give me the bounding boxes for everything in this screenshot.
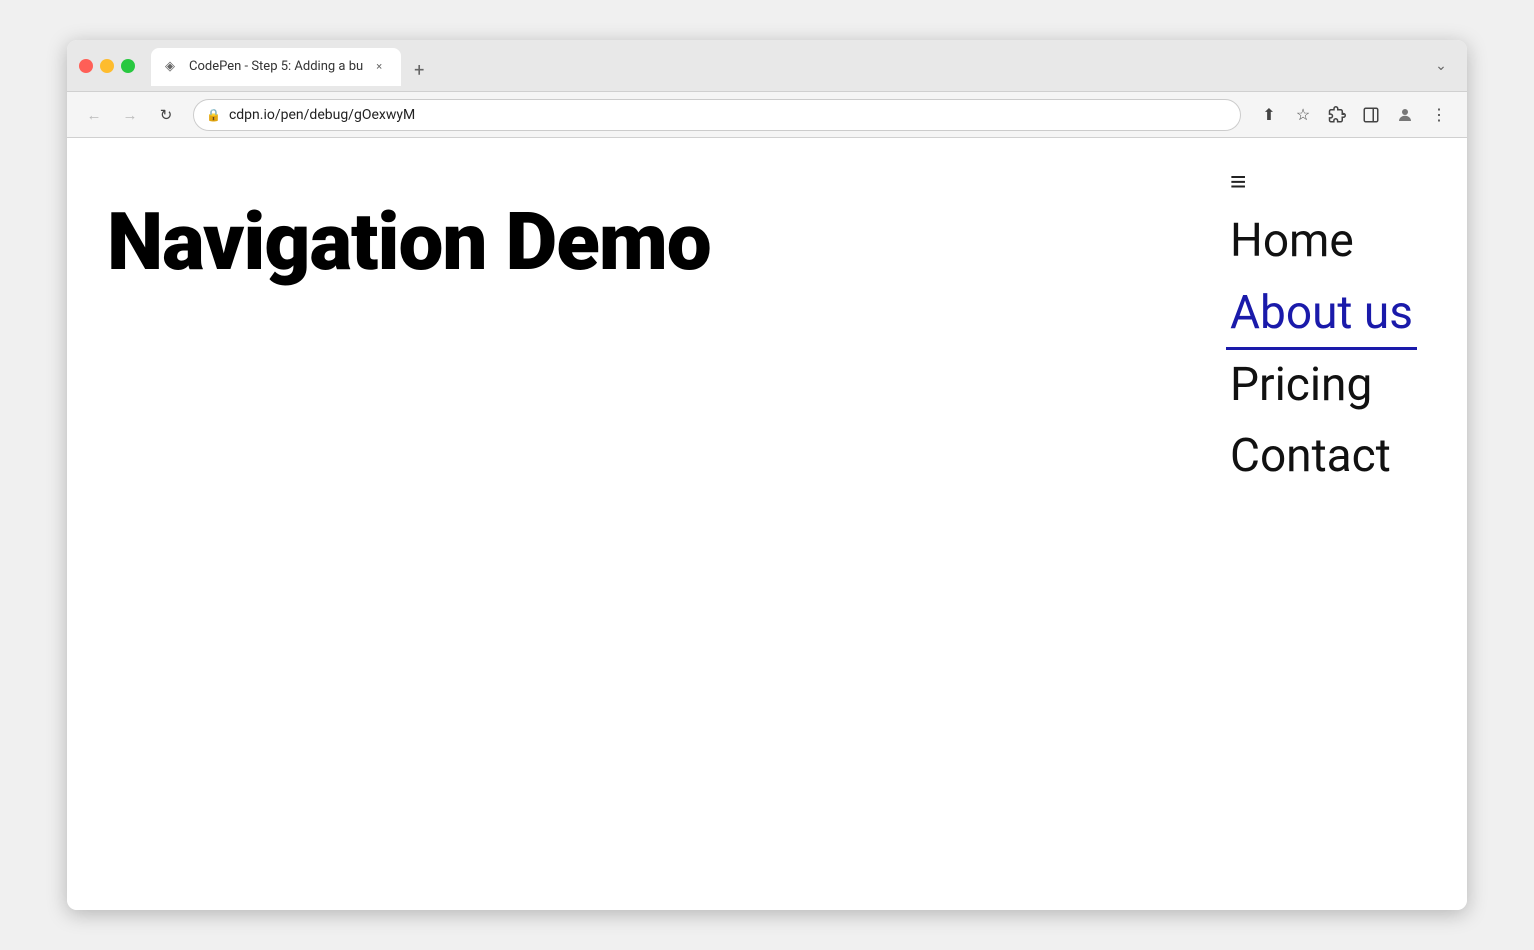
active-tab[interactable]: ◈ CodePen - Step 5: Adding a bu × bbox=[151, 48, 401, 86]
nav-item-home[interactable]: Home bbox=[1226, 206, 1358, 278]
puzzle-icon bbox=[1328, 106, 1346, 124]
nav-menu: ≡ Home About us Pricing Contact bbox=[1226, 168, 1417, 493]
profile-button[interactable] bbox=[1389, 99, 1421, 131]
nav-item-pricing[interactable]: Pricing bbox=[1226, 350, 1376, 422]
tab-close-button[interactable]: × bbox=[371, 59, 387, 75]
profile-icon bbox=[1396, 106, 1414, 124]
title-bar: ◈ CodePen - Step 5: Adding a bu × + ⌄ bbox=[67, 40, 1467, 92]
nav-item-contact[interactable]: Contact bbox=[1226, 421, 1395, 493]
reload-button[interactable]: ↻ bbox=[151, 100, 181, 130]
nav-actions: ⬆ ☆ ⋮ bbox=[1253, 99, 1455, 131]
menu-button[interactable]: ⋮ bbox=[1423, 99, 1455, 131]
close-window-button[interactable] bbox=[79, 59, 93, 73]
navigation-bar: ← → ↻ 🔒 cdpn.io/pen/debug/gOexwyM ⬆ ☆ bbox=[67, 92, 1467, 138]
url-text: cdpn.io/pen/debug/gOexwyM bbox=[229, 107, 1228, 123]
forward-button[interactable]: → bbox=[115, 100, 145, 130]
bookmark-button[interactable]: ☆ bbox=[1287, 99, 1319, 131]
page-title: Navigation Demo bbox=[107, 198, 711, 286]
back-button[interactable]: ← bbox=[79, 100, 109, 130]
maximize-window-button[interactable] bbox=[121, 59, 135, 73]
page-content: Navigation Demo ≡ Home About us Pricing … bbox=[67, 138, 1467, 910]
codepen-icon: ◈ bbox=[165, 59, 181, 75]
sidebar-button[interactable] bbox=[1355, 99, 1387, 131]
traffic-lights bbox=[79, 59, 135, 73]
sidebar-icon bbox=[1362, 106, 1380, 124]
browser-window: ◈ CodePen - Step 5: Adding a bu × + ⌄ ← … bbox=[67, 40, 1467, 910]
extensions-button[interactable] bbox=[1321, 99, 1353, 131]
tab-area: ◈ CodePen - Step 5: Adding a bu × + bbox=[151, 47, 1419, 85]
hamburger-icon[interactable]: ≡ bbox=[1230, 168, 1246, 196]
new-tab-button[interactable]: + bbox=[405, 57, 433, 85]
address-bar[interactable]: 🔒 cdpn.io/pen/debug/gOexwyM bbox=[193, 99, 1241, 131]
share-button[interactable]: ⬆ bbox=[1253, 99, 1285, 131]
nav-item-about[interactable]: About us bbox=[1226, 278, 1417, 350]
minimize-window-button[interactable] bbox=[100, 59, 114, 73]
tab-title: CodePen - Step 5: Adding a bu bbox=[189, 59, 363, 74]
lock-icon: 🔒 bbox=[206, 108, 221, 122]
tab-expand-button[interactable]: ⌄ bbox=[1427, 52, 1455, 80]
